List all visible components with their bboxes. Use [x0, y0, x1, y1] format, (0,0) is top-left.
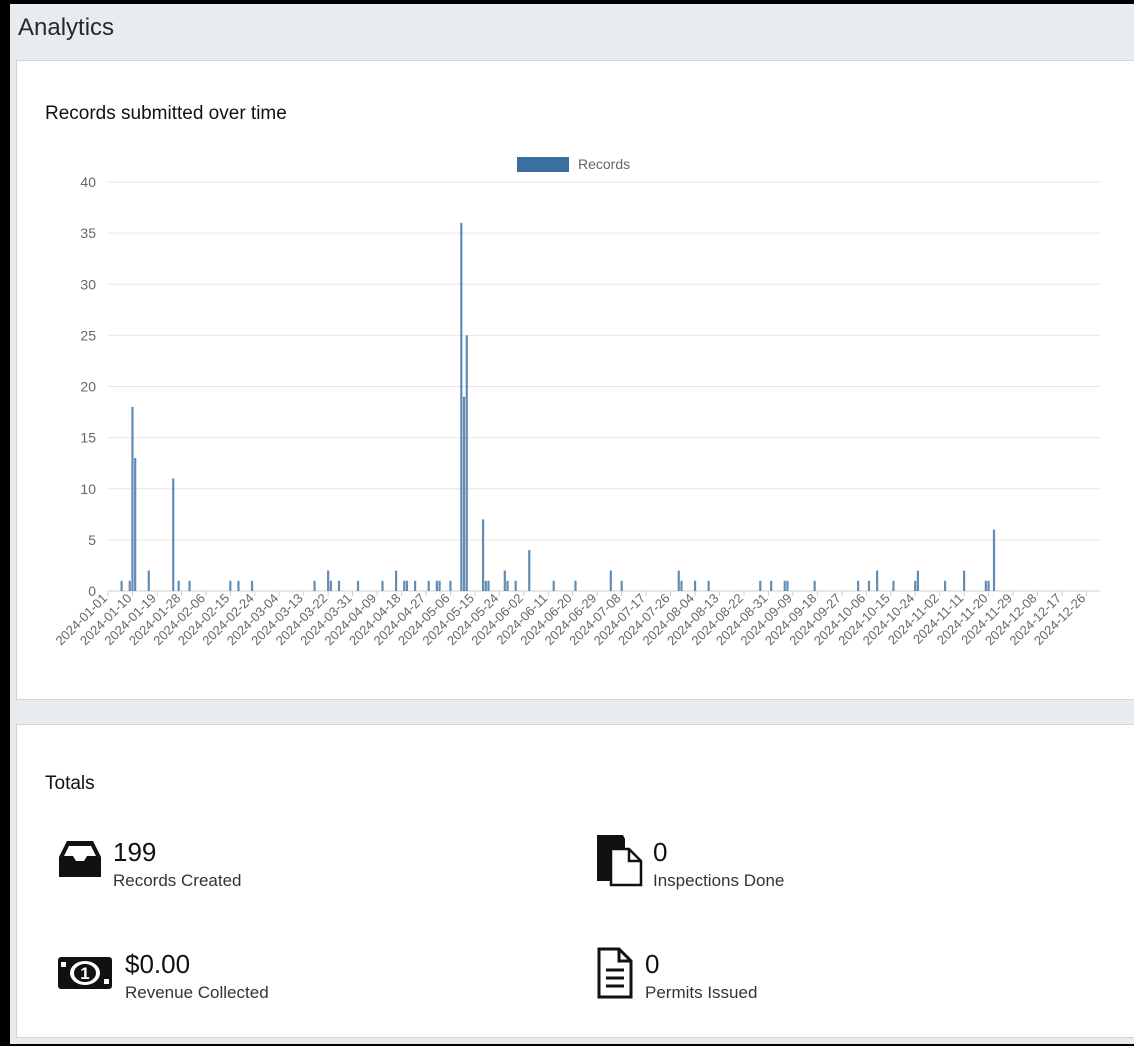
bar [427, 580, 430, 591]
bar [514, 580, 517, 591]
bar [892, 580, 895, 591]
bar [770, 580, 773, 591]
y-tick-label: 25 [80, 327, 96, 343]
y-tick-label: 20 [80, 379, 96, 395]
bar [435, 580, 438, 591]
stat-records-created: 199 Records Created [57, 835, 357, 895]
y-tick-label: 5 [88, 532, 96, 548]
stat-label: Inspections Done [653, 871, 785, 890]
bar [481, 519, 485, 591]
bar [337, 580, 341, 591]
stat-revenue-collected: 1 $0.00 Revenue Collected [57, 947, 377, 1007]
bar [237, 580, 240, 591]
records-chart-card: Records submitted over time 0 5 10 15 20 25 30… [16, 60, 1134, 700]
bar [403, 580, 406, 591]
y-tick-label: 30 [80, 276, 96, 292]
bar [177, 580, 180, 591]
bar [438, 580, 441, 591]
stat-permits-issued: 0 Permits Issued [597, 947, 897, 1007]
bar [783, 580, 786, 591]
bar [786, 580, 789, 591]
bar [381, 580, 384, 591]
bar [487, 580, 490, 591]
bar [693, 580, 697, 591]
bar [327, 570, 330, 591]
bar [120, 580, 123, 591]
bar [992, 529, 996, 591]
y-tick-label: 15 [80, 430, 96, 446]
bar [984, 580, 987, 591]
bar [449, 580, 452, 591]
stat-label: Revenue Collected [125, 983, 269, 1002]
bar [394, 570, 398, 591]
y-tick-label: 35 [80, 225, 96, 241]
bar [506, 580, 509, 591]
inbox-tray-icon [59, 841, 101, 877]
bar [857, 580, 860, 591]
bar [484, 580, 487, 591]
bar [131, 406, 134, 591]
bar [987, 580, 990, 591]
documents-stack-icon [597, 835, 643, 887]
bar [609, 570, 612, 591]
bar [916, 570, 920, 591]
bar [414, 580, 417, 591]
bar [460, 222, 463, 591]
svg-text:1: 1 [80, 964, 89, 983]
bar [813, 580, 816, 591]
bar [867, 580, 871, 591]
bar [356, 580, 360, 591]
bar [677, 570, 680, 591]
bar [465, 335, 468, 591]
stat-value: 0 [653, 837, 668, 867]
bar [759, 580, 762, 591]
bar [876, 570, 879, 591]
y-tick-label: 10 [80, 481, 96, 497]
bar [707, 580, 710, 591]
legend-swatch [517, 157, 569, 172]
y-tick-label: 40 [80, 174, 96, 190]
totals-card: Totals 199 Records Created 0 Inspections… [16, 724, 1134, 1038]
bar [172, 478, 175, 591]
bar [313, 580, 316, 591]
bar [462, 396, 466, 591]
bar [914, 580, 917, 591]
bar [147, 570, 150, 591]
stat-label: Permits Issued [645, 983, 758, 1002]
stat-label: Records Created [113, 871, 242, 890]
dollar-bill-icon: 1 [58, 957, 112, 989]
records-bar-chart: 05101520253035402024-01-012024-01-102024… [52, 156, 1100, 648]
bar [552, 580, 555, 591]
stat-value: $0.00 [125, 949, 191, 979]
stat-value: 199 [113, 837, 157, 867]
bar [963, 570, 966, 591]
bar [405, 580, 409, 591]
bar [620, 580, 623, 591]
stat-inspections-done: 0 Inspections Done [597, 835, 897, 895]
bar [574, 580, 577, 591]
page-title: Analytics [18, 14, 115, 41]
analytics-page: Analytics Records submitted over time 05… [10, 4, 1134, 1044]
bar [134, 458, 137, 591]
bar [128, 580, 131, 591]
bar [229, 580, 232, 591]
totals-card-title: Totals [45, 773, 95, 794]
document-lines-icon [597, 947, 633, 999]
legend-label: Records [578, 156, 630, 172]
stat-value: 0 [645, 949, 660, 979]
bar [943, 580, 947, 591]
bar [329, 580, 332, 591]
bar [188, 580, 191, 591]
bar [680, 580, 683, 591]
bar [503, 570, 506, 591]
bar [250, 580, 254, 591]
bar [528, 550, 531, 591]
